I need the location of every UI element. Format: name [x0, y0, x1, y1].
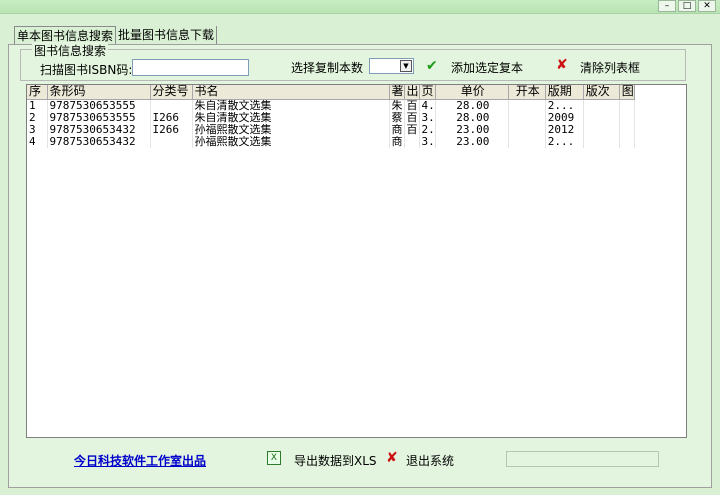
- cell: 商: [389, 135, 405, 148]
- cell: 百: [404, 99, 420, 112]
- cell: 9787530653432: [47, 135, 151, 148]
- col-header[interactable]: 条形码: [47, 85, 151, 100]
- credit-link[interactable]: 今日科技软件工作室出品: [74, 452, 206, 469]
- cell: [150, 99, 193, 112]
- copies-select[interactable]: ▼: [369, 58, 414, 74]
- cell: 百: [404, 123, 420, 136]
- close-button[interactable]: ✕: [698, 0, 716, 12]
- col-header[interactable]: 序: [27, 85, 48, 100]
- cell: 4: [27, 135, 48, 148]
- cell: [150, 135, 193, 148]
- cell: 9787530653432: [47, 123, 151, 136]
- table-row[interactable]: 4 9787530653432 孙福熙散文选集 商 3. 23.00 2...: [27, 135, 635, 148]
- exit-icon[interactable]: ✘: [386, 451, 398, 465]
- cell: [508, 99, 546, 112]
- col-header[interactable]: 图: [619, 85, 635, 100]
- col-header[interactable]: 版次: [583, 85, 620, 100]
- check-icon[interactable]: ✔: [426, 59, 438, 73]
- col-header[interactable]: 书名: [192, 85, 390, 100]
- cell: 2: [27, 111, 48, 124]
- col-header[interactable]: 页: [419, 85, 436, 100]
- isbn-input[interactable]: [132, 59, 249, 76]
- minimize-button[interactable]: –: [658, 0, 676, 12]
- cell: 商: [389, 123, 405, 136]
- cell: 28.00: [435, 99, 509, 112]
- cell: 3.: [419, 135, 436, 148]
- table-row[interactable]: 1 9787530653555 朱自清散文选集 朱 百 4. 28.00 2..…: [27, 99, 635, 112]
- cell: 朱自清散文选集: [192, 111, 390, 124]
- cross-icon[interactable]: ✘: [556, 58, 568, 72]
- cell: 9787530653555: [47, 99, 151, 112]
- isbn-label: 扫描图书ISBN码:: [40, 63, 133, 77]
- clear-list-button[interactable]: 清除列表框: [580, 59, 640, 76]
- cell: 9787530653555: [47, 111, 151, 124]
- cell: I266: [150, 123, 193, 136]
- cell: 2...: [545, 99, 584, 112]
- cell: 3.: [419, 111, 436, 124]
- cell: [508, 135, 546, 148]
- cell: 百: [404, 111, 420, 124]
- cell: 2.: [419, 123, 436, 136]
- cell: 朱: [389, 99, 405, 112]
- cell: [583, 135, 620, 148]
- cell: 朱自清散文选集: [192, 99, 390, 112]
- col-header[interactable]: 出: [404, 85, 420, 100]
- cell: 1: [27, 99, 48, 112]
- status-panel: [506, 451, 659, 467]
- cell: 2009: [545, 111, 584, 124]
- chevron-down-icon[interactable]: ▼: [400, 60, 412, 72]
- maximize-button[interactable]: □: [678, 0, 696, 12]
- table-row[interactable]: 2 9787530653555 I266 朱自清散文选集 蔡 百 3. 28.0…: [27, 111, 635, 124]
- book-list-grid[interactable]: 序 条形码 分类号 书名 著 出 页 单价 开本 版期 版次 图 1 97875…: [26, 84, 687, 438]
- cell: I266: [150, 111, 193, 124]
- cell: [404, 135, 420, 148]
- cell: [583, 111, 620, 124]
- export-xls-button[interactable]: 导出数据到XLS: [294, 452, 377, 469]
- cell: 3: [27, 123, 48, 136]
- add-copy-button[interactable]: 添加选定复本: [451, 59, 523, 76]
- cell: [619, 99, 635, 112]
- cell: 2...: [545, 135, 584, 148]
- grid-header-row: 序 条形码 分类号 书名 著 出 页 单价 开本 版期 版次 图: [27, 85, 635, 100]
- cell: 23.00: [435, 123, 509, 136]
- cell: 4.: [419, 99, 436, 112]
- exit-button[interactable]: 退出系统: [406, 452, 454, 469]
- cell: 蔡: [389, 111, 405, 124]
- col-header[interactable]: 开本: [508, 85, 546, 100]
- cell: [508, 111, 546, 124]
- col-header[interactable]: 分类号: [150, 85, 193, 100]
- col-header[interactable]: 版期: [545, 85, 584, 100]
- title-bar: – □ ✕: [0, 0, 720, 14]
- table-row[interactable]: 3 9787530653432 I266 孙福熙散文选集 商 百 2. 23.0…: [27, 123, 635, 136]
- cell: [583, 99, 620, 112]
- cell: 2012: [545, 123, 584, 136]
- cell: 孙福熙散文选集: [192, 135, 390, 148]
- col-header[interactable]: 单价: [435, 85, 509, 100]
- tab-batch-download[interactable]: 批量图书信息下载: [116, 26, 218, 44]
- cell: [619, 123, 635, 136]
- cell: [508, 123, 546, 136]
- excel-icon[interactable]: X: [267, 451, 281, 465]
- cell: 孙福熙散文选集: [192, 123, 390, 136]
- col-header[interactable]: 著: [389, 85, 405, 100]
- cell: 28.00: [435, 111, 509, 124]
- window-controls: – □ ✕: [658, 0, 716, 12]
- search-group-title: 图书信息搜索: [32, 42, 109, 59]
- cell: [583, 123, 620, 136]
- cell: [619, 135, 635, 148]
- cell: 23.00: [435, 135, 509, 148]
- cell: [619, 111, 635, 124]
- copies-label: 选择复制本数: [291, 61, 364, 75]
